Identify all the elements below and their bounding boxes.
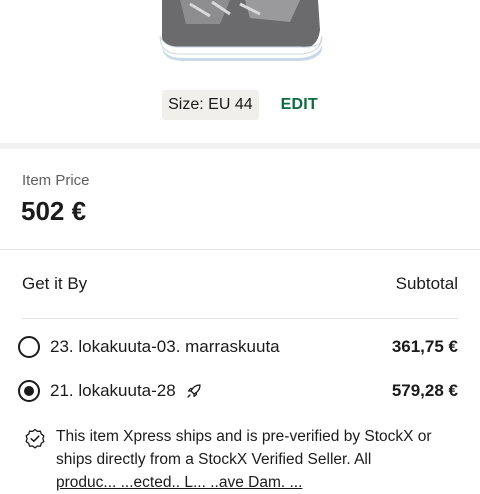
edit-size-button[interactable]: EDIT <box>281 96 318 114</box>
product-image <box>159 0 323 61</box>
section-separator <box>0 143 480 149</box>
item-price-value: 502 € <box>21 196 87 226</box>
item-price-label: Item Price <box>22 172 90 189</box>
delivery-option-label: 23. lokakuuta-03. marraskuuta <box>50 337 280 356</box>
info-cut-text: produc... ...ected.. L... ..ave Dam. ... <box>56 474 303 491</box>
verification-info-text: This item Xpress ships and is pre-verifi… <box>56 428 432 491</box>
rocket-icon <box>187 384 201 398</box>
get-it-by-header: Get it By <box>22 274 88 293</box>
divider <box>22 318 458 319</box>
delivery-option-price: 579,28 € <box>391 381 458 400</box>
verified-badge-icon <box>25 428 45 449</box>
delivery-option-price: 361,75 € <box>391 337 458 356</box>
radio-button-selected[interactable] <box>18 380 40 402</box>
divider <box>0 249 480 250</box>
delivery-option-standard[interactable]: 23. lokakuuta-03. marraskuuta 361,75 € <box>18 332 458 362</box>
delivery-option-xpress[interactable]: 21. lokakuuta-28 579,28 € <box>18 376 458 406</box>
delivery-option-label: 21. lokakuuta-28 <box>50 381 176 400</box>
radio-button[interactable] <box>18 336 40 358</box>
size-chip: Size: EU 44 <box>162 90 259 120</box>
subtotal-header: Subtotal <box>395 274 458 293</box>
